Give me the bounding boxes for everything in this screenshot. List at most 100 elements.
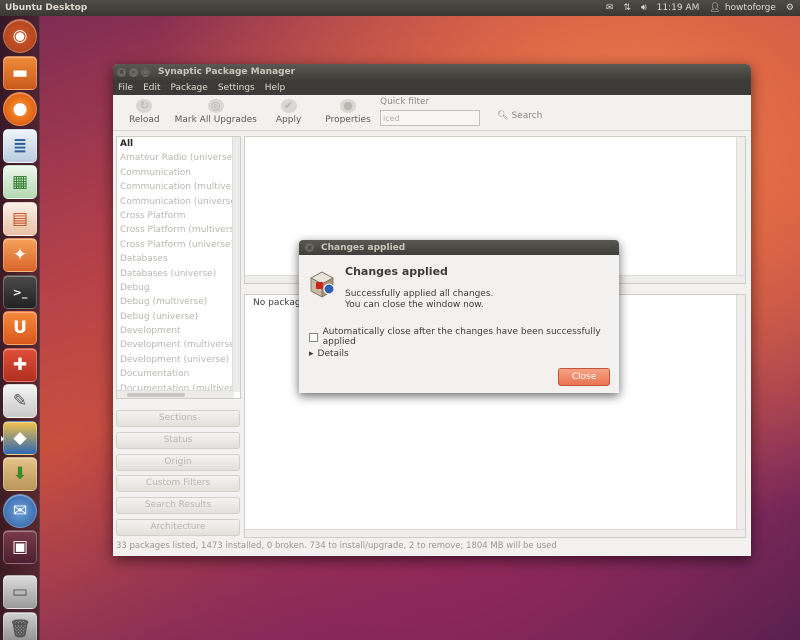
filter-item[interactable]: Communication — [117, 166, 240, 180]
filter-item[interactable]: Development (universe) — [117, 353, 240, 367]
quick-filter: Quick filter — [380, 97, 480, 126]
filter-item[interactable]: Databases (universe) — [117, 267, 240, 281]
apply-button[interactable]: ✔ Apply — [276, 99, 301, 125]
maximize-icon[interactable]: □ — [141, 67, 150, 77]
filter-item[interactable]: Documentation — [117, 367, 240, 381]
ubuntu-one-icon[interactable]: U — [3, 311, 37, 345]
search-button[interactable]: 🔍︎ Search — [497, 111, 542, 121]
menu-settings[interactable]: Settings — [213, 83, 260, 93]
reload-icon: ↻ — [136, 99, 153, 113]
reload-button[interactable]: ↻ Reload — [129, 99, 160, 125]
filter-item-all[interactable]: All — [117, 137, 240, 151]
properties-label: Properties — [325, 115, 371, 125]
text-editor-icon[interactable]: ✎ — [3, 384, 37, 418]
properties-button[interactable]: ● Properties — [325, 99, 371, 125]
top-panel: Ubuntu Desktop ✉ ⇅ 🔊︎ 11:19 AM 👤︎ howtof… — [0, 0, 800, 16]
top-panel-title: Ubuntu Desktop — [5, 3, 88, 13]
search-label: Search — [511, 111, 543, 121]
status-bar: 33 packages listed, 1473 installed, 0 br… — [116, 541, 557, 551]
menu-edit[interactable]: Edit — [138, 83, 165, 93]
minimize-icon[interactable]: – — [129, 67, 138, 77]
dialog-titlebar[interactable]: × Changes applied — [299, 240, 619, 255]
filter-horizontal-scrollbar[interactable] — [117, 390, 234, 398]
filter-vertical-scrollbar[interactable] — [232, 137, 240, 392]
workspace-switcher-icon[interactable]: ▣ — [3, 530, 37, 564]
network-icon[interactable]: ⇅ — [623, 3, 631, 13]
writer-icon[interactable]: ≣ — [3, 129, 37, 163]
dialog-close-icon[interactable]: × — [305, 243, 314, 252]
filter-item[interactable]: Debug (universe) — [117, 310, 240, 324]
filter-list[interactable]: All Amateur Radio (universe) Communicati… — [116, 136, 241, 399]
menu-package[interactable]: Package — [166, 83, 213, 93]
archive-manager-icon[interactable]: ⬇ — [3, 457, 37, 491]
filter-item[interactable]: Databases — [117, 252, 240, 266]
dialog-title: Changes applied — [321, 242, 406, 253]
filter-item[interactable]: Cross Platform — [117, 209, 240, 223]
expander-arrow-icon: ▸ — [309, 349, 314, 359]
filter-item[interactable]: Amateur Radio (universe) — [117, 151, 240, 165]
properties-icon: ● — [340, 99, 357, 113]
custom-filters-button[interactable]: Custom Filters — [116, 475, 240, 492]
filter-item[interactable]: Development — [117, 324, 240, 338]
filter-item[interactable]: Communication (universe) — [117, 195, 240, 209]
toolbar: ↻ Reload ◎ Mark All Upgrades ✔ Apply ● P… — [113, 95, 751, 131]
architecture-button[interactable]: Architecture — [116, 519, 240, 536]
window-titlebar[interactable]: × – □ Synaptic Package Manager — [113, 64, 751, 80]
dialog-message-line-1: Successfully applied all changes. — [345, 289, 494, 299]
close-icon[interactable]: × — [117, 67, 126, 77]
description-vertical-scrollbar[interactable] — [736, 295, 745, 537]
origin-button[interactable]: Origin — [116, 454, 240, 471]
sections-button[interactable]: Sections — [116, 410, 240, 427]
system-settings-icon[interactable]: ✚ — [3, 348, 37, 382]
software-center-icon[interactable]: ✦ — [3, 238, 37, 272]
thunderbird-icon[interactable]: ✉ — [3, 494, 37, 528]
synaptic-icon[interactable]: ◆ — [1, 421, 37, 455]
changes-applied-dialog: × Changes applied Changes applied Succes… — [299, 240, 619, 393]
auto-close-label[interactable]: Automatically close after the changes ha… — [323, 327, 619, 347]
filter-item[interactable]: Communication (multiverse) — [117, 180, 240, 194]
search-icon: 🔍︎ — [497, 111, 509, 121]
launcher: ◉ ▬ ● ≣ ▦ ▤ ✦ >_ U ✚ ✎ ◆ ⬇ ✉ ▣ ▭ 🗑︎ — [0, 16, 40, 640]
user-menu[interactable]: 👤︎ howtoforge — [709, 3, 776, 13]
firefox-icon[interactable]: ● — [3, 92, 37, 126]
ubuntu-dash-icon[interactable]: ◉ — [3, 19, 37, 53]
dialog-message-line-2: You can close the window now. — [345, 300, 484, 310]
drive-icon[interactable]: ▭ — [3, 575, 37, 609]
menu-file[interactable]: File — [113, 83, 138, 93]
mark-all-upgrades-button[interactable]: ◎ Mark All Upgrades — [175, 99, 257, 125]
window-title: Synaptic Package Manager — [158, 67, 296, 77]
user-icon: 👤︎ — [709, 3, 721, 13]
description-horizontal-scrollbar[interactable] — [245, 529, 745, 537]
impress-icon[interactable]: ▤ — [3, 202, 37, 236]
package-list-vertical-scrollbar[interactable] — [736, 137, 745, 283]
indicator-area: ✉ ⇅ 🔊︎ 11:19 AM 👤︎ howtoforge ⚙ — [606, 3, 800, 13]
clock[interactable]: 11:19 AM — [657, 3, 700, 13]
user-name: howtoforge — [724, 3, 776, 13]
filter-item[interactable]: Debug (multiverse) — [117, 295, 240, 309]
terminal-icon[interactable]: >_ — [3, 275, 37, 309]
auto-close-option[interactable]: Automatically close after the changes ha… — [309, 327, 619, 347]
scroll-thumb[interactable] — [127, 393, 185, 397]
filter-item[interactable]: Debug — [117, 281, 240, 295]
details-expander[interactable]: ▸ Details — [309, 349, 349, 359]
status-button[interactable]: Status — [116, 432, 240, 449]
quick-filter-label: Quick filter — [380, 97, 430, 107]
filter-item[interactable]: Development (multiverse) — [117, 338, 240, 352]
close-button[interactable]: Close — [558, 368, 610, 386]
details-label: Details — [317, 349, 349, 359]
filter-item[interactable]: Cross Platform (multiverse) — [117, 223, 240, 237]
mail-icon[interactable]: ✉ — [606, 3, 614, 13]
reload-label: Reload — [129, 115, 160, 125]
auto-close-checkbox[interactable] — [309, 332, 318, 342]
search-results-button[interactable]: Search Results — [116, 497, 240, 514]
volume-icon[interactable]: 🔊︎ — [641, 3, 647, 13]
dialog-heading: Changes applied — [345, 265, 448, 278]
filter-item[interactable]: Cross Platform (universe) — [117, 238, 240, 252]
trash-icon[interactable]: 🗑︎ — [3, 612, 37, 640]
menu-help[interactable]: Help — [260, 83, 291, 93]
mark-all-icon: ◎ — [207, 99, 224, 113]
calc-icon[interactable]: ▦ — [3, 165, 37, 199]
files-icon[interactable]: ▬ — [3, 56, 37, 90]
quick-filter-input[interactable] — [380, 110, 480, 126]
gear-icon[interactable]: ⚙ — [786, 3, 794, 13]
